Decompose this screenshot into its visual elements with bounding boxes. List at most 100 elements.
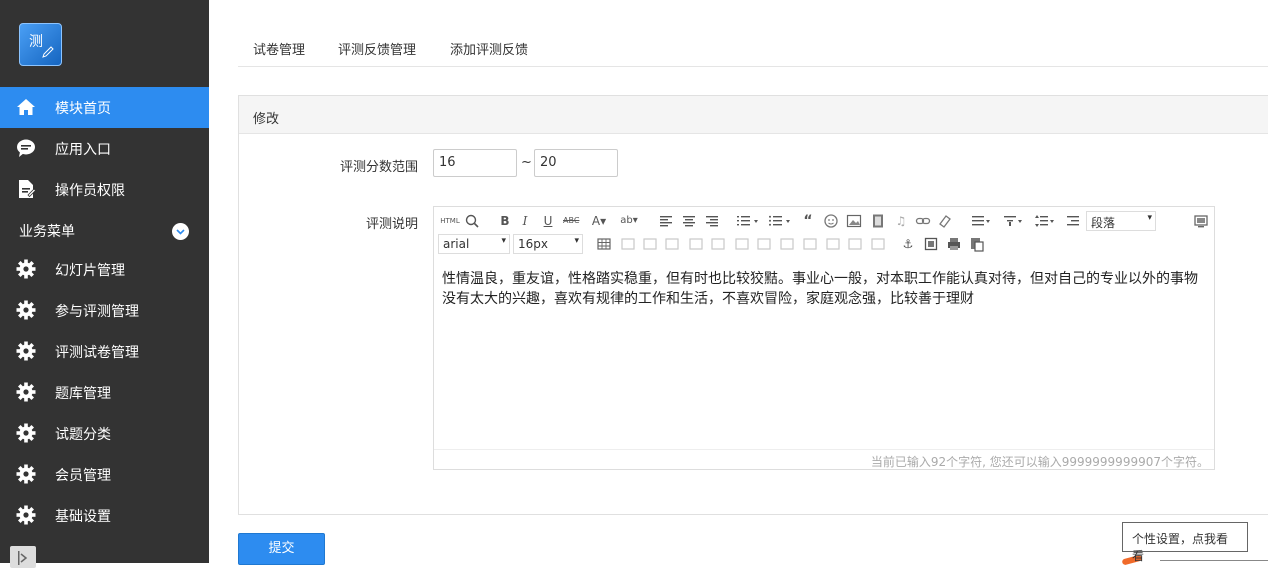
- sidebar-item-label: 参与评测管理: [55, 304, 139, 320]
- gear-icon: [16, 505, 36, 525]
- section-label: 业务菜单: [19, 224, 75, 240]
- gear-icon: [16, 259, 36, 279]
- home-icon: [17, 99, 35, 115]
- sidebar-item-label: 基础设置: [55, 509, 111, 525]
- sidebar-item-exam-papers[interactable]: 评测试卷管理: [0, 331, 209, 372]
- preview-icon[interactable]: [464, 213, 480, 229]
- character-counter: 当前已输入92个字符, 您还可以输入9999999999907个字符。: [870, 455, 1209, 469]
- sidebar-item-participation[interactable]: 参与评测管理: [0, 290, 209, 331]
- editor-toolbar: HTML B I U ABC A▾ ab▾ “ ♫ 段落 ▾ arial ▾ 1…: [434, 207, 1214, 261]
- video-icon[interactable]: [870, 213, 886, 229]
- align-center-icon[interactable]: [681, 213, 697, 229]
- sidebar-item-label: 会员管理: [55, 468, 111, 484]
- font-size-value: 16px: [518, 237, 548, 251]
- merge-cells-icon[interactable]: [710, 236, 726, 252]
- chevron-down-icon: ▾: [1147, 213, 1152, 223]
- tooltip-divider: [1160, 560, 1268, 561]
- insert-column-icon[interactable]: [664, 236, 680, 252]
- sidebar-collapse-button[interactable]: [10, 546, 36, 568]
- chevron-down-icon[interactable]: [172, 223, 189, 240]
- editor-content[interactable]: 性情温良，重友谊，性格踏实稳重，但有时也比较狡黠。事业心一般，对本职工作能认真对…: [442, 269, 1208, 309]
- align-left-icon[interactable]: [658, 213, 674, 229]
- paste-icon[interactable]: [969, 236, 985, 252]
- score-separator: ~: [521, 155, 532, 170]
- sidebar-item-app-entry[interactable]: 应用入口: [0, 128, 209, 169]
- document-icon: [19, 180, 36, 198]
- business-menu-header[interactable]: 业务菜单: [0, 216, 209, 246]
- print-icon[interactable]: [946, 236, 962, 252]
- font-family-select[interactable]: arial ▾: [438, 234, 510, 254]
- blockquote-icon[interactable]: “: [800, 213, 816, 229]
- split-cells-icon[interactable]: [734, 236, 750, 252]
- personal-settings-tooltip[interactable]: 个性设置，点我看看: [1122, 522, 1248, 563]
- align-right-icon[interactable]: [704, 213, 720, 229]
- anchor-icon[interactable]: ⚓: [900, 236, 916, 252]
- collapse-icon: [18, 551, 28, 565]
- tab-exam-papers[interactable]: 试卷管理: [253, 39, 305, 58]
- sidebar-item-members[interactable]: 会员管理: [0, 454, 209, 495]
- insert-frame-icon[interactable]: [923, 236, 939, 252]
- font-family-value: arial: [443, 237, 470, 251]
- app-logo[interactable]: 测: [19, 23, 62, 66]
- tab-feedback-management[interactable]: 评测反馈管理: [338, 39, 416, 58]
- merge-right-icon[interactable]: [756, 236, 772, 252]
- indent-icon[interactable]: [1065, 213, 1081, 229]
- sidebar-item-label: 应用入口: [55, 142, 111, 158]
- fullscreen-icon[interactable]: [1193, 213, 1209, 229]
- score-min-input[interactable]: 16: [433, 149, 517, 177]
- table-properties-icon[interactable]: [847, 236, 863, 252]
- emoji-icon[interactable]: [823, 213, 839, 229]
- row-spacing-top-icon[interactable]: [970, 213, 994, 229]
- sidebar-item-home[interactable]: 模块首页: [0, 87, 209, 128]
- delete-column-icon[interactable]: [688, 236, 704, 252]
- pen-icon: [42, 46, 54, 58]
- gear-icon: [16, 300, 36, 320]
- image-icon[interactable]: [846, 213, 862, 229]
- gear-icon: [16, 382, 36, 402]
- score-range-label: 评测分数范围: [339, 160, 418, 175]
- sidebar-item-operator-permissions[interactable]: 操作员权限: [0, 169, 209, 210]
- merge-down-icon[interactable]: [779, 236, 795, 252]
- unordered-list-icon[interactable]: [768, 213, 794, 229]
- table-icon[interactable]: [596, 236, 612, 252]
- link-icon[interactable]: [915, 213, 931, 229]
- font-color-icon[interactable]: A▾: [588, 213, 610, 229]
- underline-icon[interactable]: U: [540, 213, 556, 229]
- eraser-icon[interactable]: [937, 213, 953, 229]
- score-max-input[interactable]: 20: [534, 149, 618, 177]
- delete-table-icon[interactable]: [870, 236, 886, 252]
- sidebar-item-label: 幻灯片管理: [55, 263, 125, 279]
- highlight-color-icon[interactable]: ab▾: [617, 213, 641, 229]
- music-icon[interactable]: ♫: [893, 213, 909, 229]
- bold-icon[interactable]: B: [497, 213, 513, 229]
- gear-icon: [16, 341, 36, 361]
- insert-row-icon[interactable]: [620, 236, 636, 252]
- line-height-icon[interactable]: [1034, 213, 1058, 229]
- top-tabs: 试卷管理 评测反馈管理 添加评测反馈: [238, 30, 1268, 67]
- description-label: 评测说明: [365, 217, 418, 232]
- sidebar-item-label: 评测试卷管理: [55, 345, 139, 361]
- font-size-select[interactable]: 16px ▾: [513, 234, 583, 254]
- sidebar-item-question-bank[interactable]: 题库管理: [0, 372, 209, 413]
- sidebar: 测 模块首页 应用入口 操作员权限 业务菜单 幻灯片管理 参与评测管理 评测试卷…: [0, 0, 209, 568]
- sidebar-item-label: 试题分类: [55, 427, 111, 443]
- paragraph-select[interactable]: 段落 ▾: [1086, 211, 1156, 231]
- chevron-down-icon: ▾: [574, 236, 579, 246]
- split-to-cols-icon[interactable]: [825, 236, 841, 252]
- sidebar-item-question-category[interactable]: 试题分类: [0, 413, 209, 454]
- rich-text-editor[interactable]: HTML B I U ABC A▾ ab▾ “ ♫ 段落 ▾ arial ▾ 1…: [433, 206, 1215, 470]
- delete-row-icon[interactable]: [642, 236, 658, 252]
- gear-icon: [16, 423, 36, 443]
- submit-button[interactable]: 提交: [238, 533, 325, 565]
- gear-icon: [16, 464, 36, 484]
- sidebar-item-basic-settings[interactable]: 基础设置: [0, 495, 209, 536]
- tab-add-feedback[interactable]: 添加评测反馈: [450, 39, 528, 58]
- sidebar-item-slides[interactable]: 幻灯片管理: [0, 249, 209, 290]
- html-source-icon[interactable]: HTML: [440, 213, 460, 229]
- split-to-rows-icon[interactable]: [802, 236, 818, 252]
- strikethrough-icon[interactable]: ABC: [563, 213, 579, 229]
- italic-icon[interactable]: I: [517, 213, 533, 229]
- sidebar-item-label: 题库管理: [55, 386, 111, 402]
- row-spacing-bottom-icon[interactable]: [1002, 213, 1026, 229]
- ordered-list-icon[interactable]: [736, 213, 762, 229]
